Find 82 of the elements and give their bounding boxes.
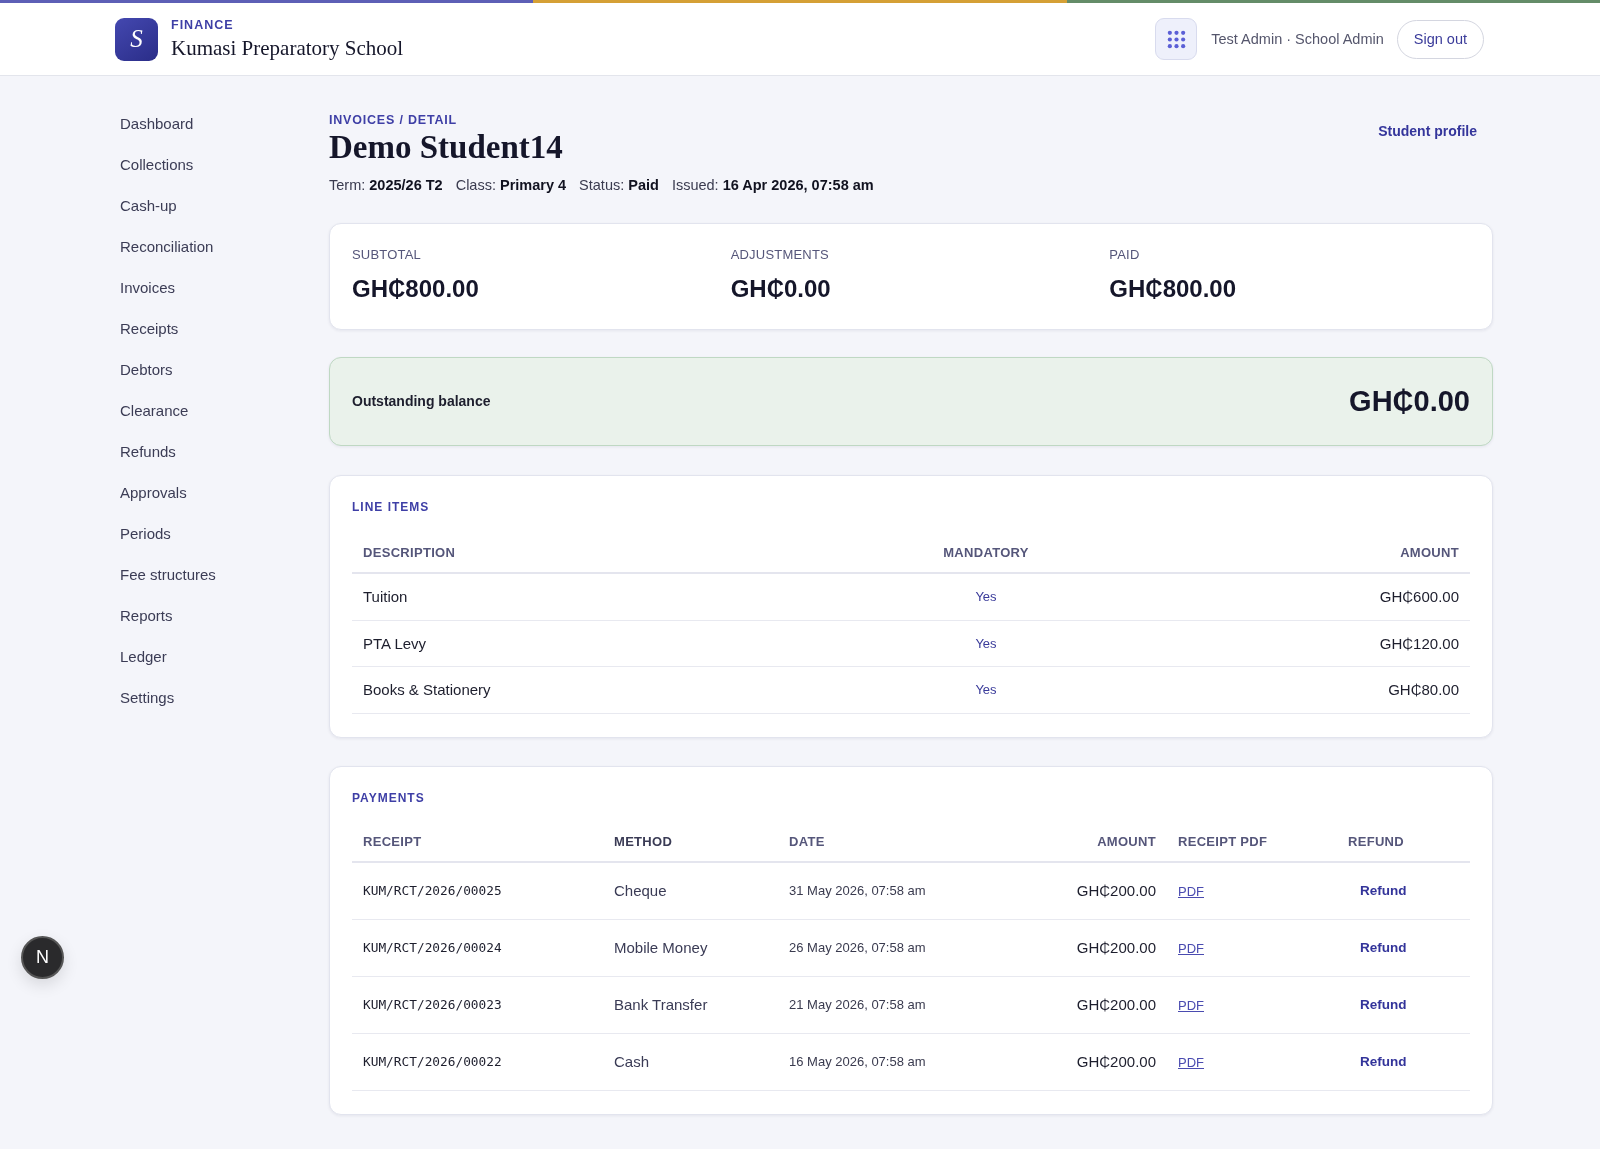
table-cell: PTA Levy (352, 620, 907, 667)
logo: S (115, 17, 158, 61)
table-cell: 16 May 2026, 07:58 am (778, 1033, 978, 1090)
column-header: RECEIPT (352, 822, 603, 862)
column-header: METHOD (603, 822, 778, 862)
student-profile-link[interactable]: Student profile (1362, 117, 1493, 145)
sign-out-button[interactable]: Sign out (1396, 19, 1484, 59)
nav-item[interactable]: Debtors (115, 349, 178, 390)
meta-item: Term: 2025/26 T2 (329, 176, 443, 195)
table-cell: Tuition (352, 573, 907, 620)
column-header: DATE (778, 822, 978, 862)
nav-item[interactable]: Dashboard (115, 103, 199, 144)
nav-item[interactable]: Refunds (115, 431, 181, 472)
page-title: Demo Student14 (329, 128, 564, 166)
table-cell: Bank Transfer (603, 976, 778, 1033)
nav-item[interactable]: Settings (115, 677, 180, 718)
user-name: Test Admin · School Admin (1211, 31, 1384, 47)
table-cell: KUM/RCT/2026/00025 (352, 861, 603, 919)
column-header: AMOUNT (978, 822, 1167, 862)
meta-item: Issued: 16 Apr 2026, 07:58 am (671, 176, 874, 195)
section-title: LINE ITEMS (352, 499, 431, 515)
table-cell: Books & Stationery (352, 666, 907, 713)
table-cell: Cheque (603, 861, 778, 919)
refund-button[interactable]: Refund (1348, 937, 1419, 958)
pdf-link[interactable]: PDF (1178, 884, 1204, 899)
dev-indicator-button[interactable]: N (21, 936, 64, 979)
pdf-link[interactable]: PDF (1178, 998, 1204, 1013)
nav-item[interactable]: Reconciliation (115, 226, 219, 267)
table-cell: GH₵200.00 (978, 976, 1167, 1033)
table-cell: Mobile Money (603, 919, 778, 976)
section-label: FINANCE (171, 17, 235, 33)
table-cell: GH₵200.00 (978, 861, 1167, 919)
table-cell: Yes (907, 620, 1065, 667)
table-cell: 31 May 2026, 07:58 am (778, 861, 978, 919)
nav-item[interactable]: Fee structures (115, 554, 221, 595)
nav-item[interactable]: Cash-up (115, 185, 182, 226)
balance-label: Outstanding balance (352, 393, 491, 409)
stat-value: GH₵800.00 (352, 275, 480, 303)
table-cell: KUM/RCT/2026/00023 (352, 976, 603, 1033)
column-header: AMOUNT (1065, 532, 1470, 573)
meta-item: Class: Primary 4 (455, 176, 567, 195)
refund-button[interactable]: Refund (1348, 880, 1419, 901)
nav-item[interactable]: Clearance (115, 390, 194, 431)
school-name: Kumasi Preparatory School (171, 35, 404, 61)
table-cell: GH₵200.00 (978, 919, 1167, 976)
refund-button[interactable]: Refund (1348, 1051, 1419, 1072)
breadcrumb: INVOICES / DETAIL (329, 112, 458, 128)
table-cell: Yes (907, 573, 1065, 620)
table-cell: GH₵80.00 (1065, 666, 1470, 713)
nav-item[interactable]: Reports (115, 595, 178, 636)
column-header: MANDATORY (907, 532, 1065, 573)
table-cell: GH₵600.00 (1065, 573, 1470, 620)
nav-item[interactable]: Invoices (115, 267, 181, 308)
nav-item[interactable]: Receipts (115, 308, 184, 349)
column-header: DESCRIPTION (352, 532, 907, 573)
section-title: PAYMENTS (352, 789, 426, 806)
table-cell: GH₵200.00 (978, 1033, 1167, 1090)
table-cell: KUM/RCT/2026/00024 (352, 919, 603, 976)
apps-button[interactable] (1155, 18, 1198, 60)
table-cell: GH₵120.00 (1065, 620, 1470, 667)
nav-item[interactable]: Ledger (115, 636, 172, 677)
table-cell: 26 May 2026, 07:58 am (778, 919, 978, 976)
nav-item[interactable]: Approvals (115, 472, 192, 513)
column-header: RECEIPT PDF (1167, 822, 1337, 862)
pdf-link[interactable]: PDF (1178, 1055, 1204, 1070)
table-cell: 21 May 2026, 07:58 am (778, 976, 978, 1033)
nav-item[interactable]: Collections (115, 144, 199, 185)
table-cell: Cash (603, 1033, 778, 1090)
stat-value: GH₵0.00 (730, 275, 832, 303)
balance-value: GH₵0.00 (1349, 384, 1470, 419)
grid-icon (1166, 29, 1186, 49)
table-cell: KUM/RCT/2026/00022 (352, 1033, 603, 1090)
table-cell: Yes (907, 666, 1065, 713)
stat-label: SUBTOTAL (352, 247, 423, 263)
nav-item[interactable]: Periods (115, 513, 176, 554)
stat-value: GH₵800.00 (1109, 275, 1238, 303)
pdf-link[interactable]: PDF (1178, 941, 1204, 956)
refund-button[interactable]: Refund (1348, 994, 1419, 1015)
meta-item: Status: Paid (579, 176, 659, 195)
stat-label: PAID (1109, 247, 1141, 263)
stat-label: ADJUSTMENTS (730, 247, 830, 263)
column-header: REFUND (1337, 822, 1470, 862)
